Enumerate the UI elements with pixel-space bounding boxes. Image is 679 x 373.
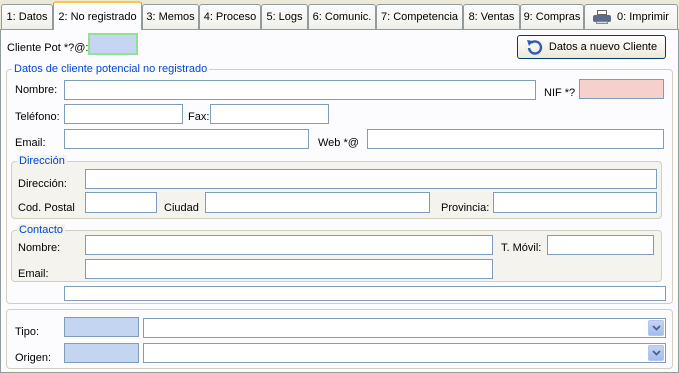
chevron-down-icon[interactable] bbox=[648, 320, 664, 336]
telefono-label: Teléfono: bbox=[15, 111, 60, 123]
fax-label: Fax: bbox=[188, 111, 210, 123]
nuevo-cliente-label: Datos a nuevo Cliente bbox=[548, 41, 658, 53]
direccion-group: Dirección Dirección: Cod. Postal Ciudad … bbox=[11, 155, 662, 219]
contacto-email-label: Email: bbox=[18, 268, 49, 280]
ciudad-label: Ciudad bbox=[164, 202, 199, 214]
tab-label: 0: Imprimir bbox=[617, 11, 669, 23]
printer-icon bbox=[593, 10, 612, 24]
movil-input[interactable] bbox=[547, 235, 654, 255]
refresh-icon bbox=[526, 40, 543, 55]
cod-postal-input[interactable] bbox=[85, 192, 157, 213]
tab-label: 4: Proceso bbox=[203, 11, 257, 23]
tab-proceso[interactable]: 4: Proceso bbox=[199, 4, 261, 29]
origen-select[interactable] bbox=[143, 343, 666, 363]
origen-code-input[interactable] bbox=[64, 343, 139, 363]
movil-label: T. Móvil: bbox=[501, 242, 542, 254]
tab-label: 9: Compras bbox=[523, 11, 581, 23]
direccion-legend: Dirección bbox=[17, 155, 67, 167]
tipo-label: Tipo: bbox=[15, 326, 40, 338]
tab-panel: Cliente Pot *?@: Datos a nuevo Cliente D… bbox=[0, 29, 679, 373]
tab-comunic[interactable]: 6: Comunic. bbox=[308, 4, 376, 29]
telefono-input[interactable] bbox=[64, 104, 183, 124]
cliente-pot-field[interactable] bbox=[88, 33, 138, 55]
tab-compras[interactable]: 9: Compras bbox=[520, 4, 584, 29]
tab-label: 6: Comunic. bbox=[312, 11, 372, 23]
tab-label: 3: Memos bbox=[146, 11, 195, 23]
contacto-nombre-input[interactable] bbox=[85, 235, 493, 255]
contacto-email-input[interactable] bbox=[85, 259, 493, 279]
provincia-label: Provincia: bbox=[441, 202, 490, 214]
tab-no-registrado[interactable]: 2: No registrado bbox=[53, 1, 142, 30]
fax-input[interactable] bbox=[210, 104, 329, 124]
contacto-legend: Contacto bbox=[17, 224, 66, 236]
nif-input[interactable] bbox=[579, 79, 664, 99]
provincia-input[interactable] bbox=[493, 192, 657, 213]
tab-datos[interactable]: 1: Datos bbox=[1, 4, 53, 29]
email-input[interactable] bbox=[64, 129, 309, 149]
clasificacion-group: Tipo: Origen: bbox=[6, 309, 673, 369]
tab-bar: 1: Datos 2: No registrado 3: Memos 4: Pr… bbox=[0, 0, 679, 30]
origen-label: Origen: bbox=[15, 352, 52, 364]
email-label: Email: bbox=[15, 137, 46, 149]
web-label: Web *@ bbox=[318, 137, 359, 149]
tab-logs[interactable]: 5: Logs bbox=[261, 4, 308, 29]
web-input[interactable] bbox=[367, 129, 664, 149]
contacto-nombre-label: Nombre: bbox=[18, 242, 61, 254]
tab-label: 8: Ventas bbox=[468, 11, 515, 23]
direccion-label: Dirección: bbox=[18, 178, 67, 190]
tab-label: 5: Logs bbox=[266, 11, 303, 23]
datos-legend: Datos de cliente potencial no registrado bbox=[12, 63, 210, 75]
tab-label: 2: No registrado bbox=[58, 10, 137, 23]
direccion-input[interactable] bbox=[85, 169, 657, 189]
tipo-select[interactable] bbox=[143, 318, 666, 338]
tab-competencia[interactable]: 7: Competencia bbox=[376, 4, 463, 29]
nombre-input[interactable] bbox=[64, 80, 536, 100]
contacto-group: Contacto Nombre: T. Móvil: Email: bbox=[11, 224, 662, 282]
tab-label: 7: Competencia bbox=[380, 11, 459, 23]
ciudad-input[interactable] bbox=[205, 192, 430, 213]
notes-input[interactable] bbox=[64, 286, 666, 301]
cliente-pot-label: Cliente Pot *?@: bbox=[7, 42, 89, 54]
nif-label: NIF *? bbox=[544, 87, 576, 99]
cod-postal-label: Cod. Postal bbox=[18, 202, 75, 214]
nombre-label: Nombre: bbox=[15, 84, 58, 96]
tab-memos[interactable]: 3: Memos bbox=[142, 4, 199, 29]
tab-ventas[interactable]: 8: Ventas bbox=[463, 4, 520, 29]
tab-label: 1: Datos bbox=[6, 11, 48, 23]
chevron-down-icon[interactable] bbox=[648, 345, 664, 361]
datos-cliente-group: Datos de cliente potencial no registrado… bbox=[6, 63, 673, 304]
nuevo-cliente-button[interactable]: Datos a nuevo Cliente bbox=[517, 35, 666, 59]
tipo-code-input[interactable] bbox=[64, 317, 139, 337]
tab-imprimir[interactable]: 0: Imprimir bbox=[584, 4, 678, 29]
